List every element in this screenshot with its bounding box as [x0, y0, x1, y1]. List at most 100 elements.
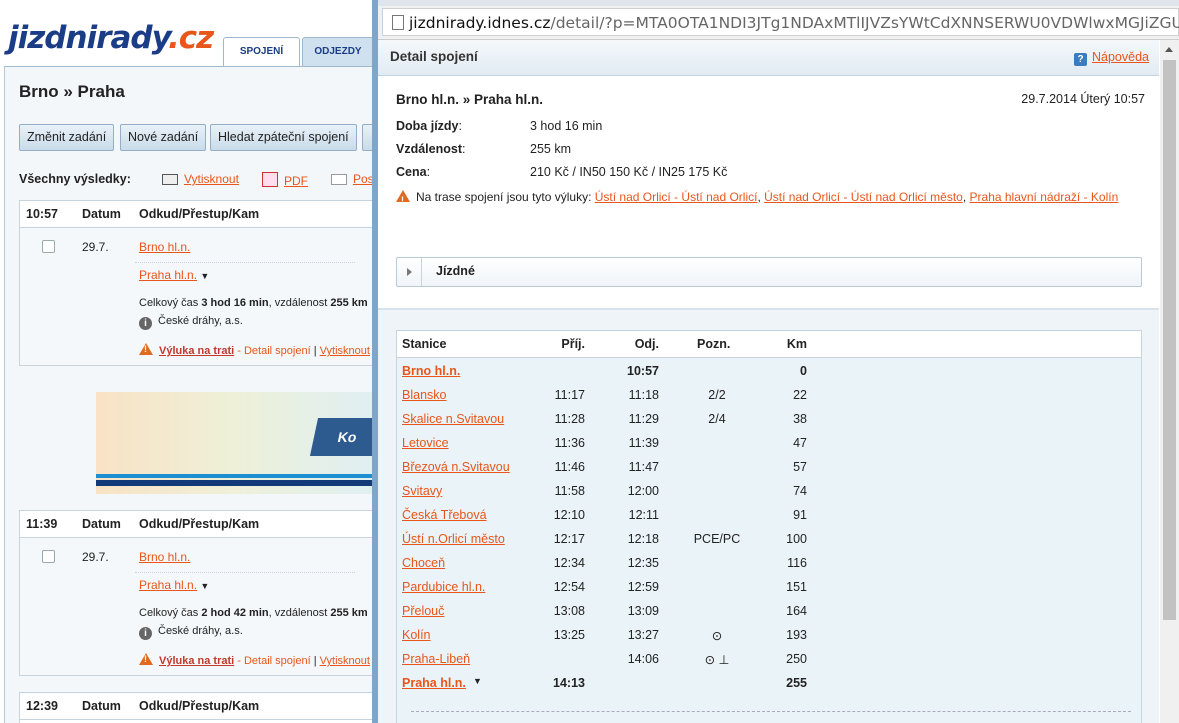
station-link[interactable]: Letovice	[402, 436, 449, 450]
change-query-button[interactable]: Změnit zadání	[19, 124, 115, 151]
select-checkbox[interactable]	[42, 240, 55, 253]
note: 2/2	[708, 388, 726, 402]
popup-title: Detail spojení	[390, 49, 478, 64]
info-icon: i	[139, 627, 152, 640]
closure-link[interactable]: Ústí nad Orlicí - Ústí nad Orlicí město	[764, 190, 963, 204]
arrival-time: 11:17	[554, 388, 585, 402]
timetable-row: Brno hl.n. 10:57 0	[397, 360, 1141, 384]
address-bar: jizdnirady.idnes.cz/detail/?p=MTA0OTA1ND…	[378, 0, 1179, 40]
help-link[interactable]: ? Nápověda	[1074, 50, 1149, 66]
departure-time: 12:18	[627, 532, 659, 546]
departure-time: 11:18	[628, 388, 659, 402]
fare-accordion[interactable]: Jízdné	[396, 257, 1142, 287]
more-button[interactable]	[362, 124, 372, 151]
departure-time: 11:29	[628, 412, 659, 426]
select-checkbox[interactable]	[42, 550, 55, 563]
popup-content: Brno hl.n. » Praha hl.n. 29.7.2014 Úterý…	[378, 76, 1159, 723]
distance-km: 151	[786, 580, 807, 594]
timetable-header: Stanice Příj. Odj. Pozn. Km	[397, 331, 1141, 358]
station-link[interactable]: Brno hl.n.	[402, 364, 460, 378]
note: 2/4	[708, 412, 726, 426]
page-icon	[392, 15, 404, 30]
departure-time: 13:27	[627, 628, 659, 642]
detail-label: Doba jízdy:	[396, 119, 462, 133]
station-link[interactable]: Praha-Libeň	[402, 652, 470, 666]
result-card: 11:39 Datum Odkud/Přestup/Kam 29.7. Brno…	[19, 510, 372, 676]
arrival-time: 13:08	[553, 604, 585, 618]
scrollbar[interactable]	[1160, 40, 1179, 723]
station-link[interactable]: Choceň	[402, 556, 445, 570]
station-link[interactable]: Skalice n.Svitavou	[402, 412, 504, 426]
station-link[interactable]: Březová n.Svitavou	[402, 460, 510, 474]
note: PCE/PC	[693, 532, 741, 546]
timetable-row: Ústí n.Orlicí město 12:17 12:18 PCE/PC 100	[397, 528, 1141, 552]
station-link[interactable]: Pardubice hl.n.	[402, 580, 485, 594]
from-station-link[interactable]: Brno hl.n.	[139, 240, 190, 254]
departure-time: 12:00	[627, 484, 659, 498]
closure-link[interactable]: Praha hlavní nádraží - Kolín	[970, 190, 1119, 204]
train-icon: ▼	[473, 676, 482, 686]
help-icon: ?	[1074, 53, 1087, 66]
from-station-link[interactable]: Brno hl.n.	[139, 550, 190, 564]
distance-km: 57	[793, 460, 807, 474]
operator: i České dráhy, a.s.	[139, 315, 243, 330]
pdf-tool[interactable]: PDF	[262, 172, 308, 188]
new-query-button[interactable]: Nové zadání	[120, 124, 207, 151]
timetable-row: Svitavy 11:58 12:00 74	[397, 480, 1141, 504]
site-logo[interactable]: jizdnirady.cz	[8, 20, 214, 56]
to-station: Praha hl.n. ▼	[139, 268, 210, 282]
scrollbar-thumb[interactable]	[1163, 60, 1176, 620]
detail-link[interactable]: - Detail spojení	[234, 655, 310, 667]
detail-value: 255 km	[530, 142, 571, 156]
timetable-row: Březová n.Svitavou 11:46 11:47 57	[397, 456, 1141, 480]
warning-icon	[139, 653, 153, 665]
distance-km: 47	[793, 436, 807, 450]
station-link[interactable]: Svitavy	[402, 484, 442, 498]
result-card-header: 12:39 Datum Odkud/Přestup/Kam	[20, 693, 372, 720]
mail-icon	[331, 174, 347, 185]
arrival-time: 11:58	[554, 484, 585, 498]
trip-summary: Celkový čas 2 hod 42 min, vzdálenost 255…	[139, 607, 368, 619]
print-tool[interactable]: Vytisknout	[162, 172, 239, 186]
return-search-button[interactable]: Hledat zpáteční spojení	[210, 124, 357, 151]
train-icon: ▼	[200, 581, 210, 591]
expand-arrow-icon[interactable]	[397, 258, 422, 286]
departure-time: 10:57	[627, 364, 659, 378]
distance-km: 38	[793, 412, 807, 426]
departure-time: 12:59	[627, 580, 659, 594]
detail-link[interactable]: - Detail spojení	[234, 345, 310, 357]
timetable-row: Kolín 13:25 13:27 ⊙ 193	[397, 624, 1141, 648]
departure-time: 11:47	[628, 460, 659, 474]
arrival-time: 12:54	[553, 580, 585, 594]
station-link[interactable]: Kolín	[402, 628, 431, 642]
popup-header: Detail spojení ? Nápověda	[378, 40, 1159, 76]
url-field[interactable]: jizdnirady.idnes.cz/detail/?p=MTA0OTA1ND…	[382, 8, 1179, 36]
email-tool[interactable]: Pos	[331, 172, 372, 186]
advertisement-banner[interactable]: Ko	[96, 392, 372, 494]
warning-icon	[139, 343, 153, 355]
departure-time: 13:09	[627, 604, 659, 618]
result-card: 12:39 Datum Odkud/Přestup/Kam	[19, 692, 372, 723]
distance-km: 193	[786, 628, 807, 642]
closures-notice: Na trase spojení jsou tyto výluky: Ústí …	[396, 188, 1141, 209]
station-link[interactable]: Blansko	[402, 388, 446, 402]
timetable-row: Blansko 11:17 11:18 2/2 22	[397, 384, 1141, 408]
page-title: Brno » Praha	[19, 82, 125, 101]
timetable-row: Pardubice hl.n. 12:54 12:59 151	[397, 576, 1141, 600]
to-station: Praha hl.n. ▼	[139, 578, 210, 592]
timetable-row: Skalice n.Svitavou 11:28 11:29 2/4 38	[397, 408, 1141, 432]
result-card-header: 10:57 Datum Odkud/Přestup/Kam	[20, 201, 372, 228]
scroll-up-arrow-icon[interactable]	[1160, 40, 1179, 58]
station-link[interactable]: Česká Třebová	[402, 508, 487, 522]
tab-spojeni[interactable]: SPOJENÍ	[223, 37, 300, 68]
operator: i České dráhy, a.s.	[139, 625, 243, 640]
closure-link[interactable]: Ústí nad Orlicí - Ústí nad Orlicí	[595, 190, 758, 204]
station-link[interactable]: Přelouč	[402, 604, 444, 618]
detail-label: Cena:	[396, 165, 431, 179]
station-link[interactable]: Ústí n.Orlicí město	[402, 532, 505, 546]
station-link[interactable]: Praha hl.n.	[402, 676, 466, 690]
arrival-time: 11:46	[554, 460, 585, 474]
tab-odjezdy[interactable]: ODJEZDY	[302, 37, 372, 66]
arrival-time: 14:13	[553, 676, 585, 690]
closure-warning: Výluka na trati - Detail spojení | Vytis…	[139, 653, 370, 667]
